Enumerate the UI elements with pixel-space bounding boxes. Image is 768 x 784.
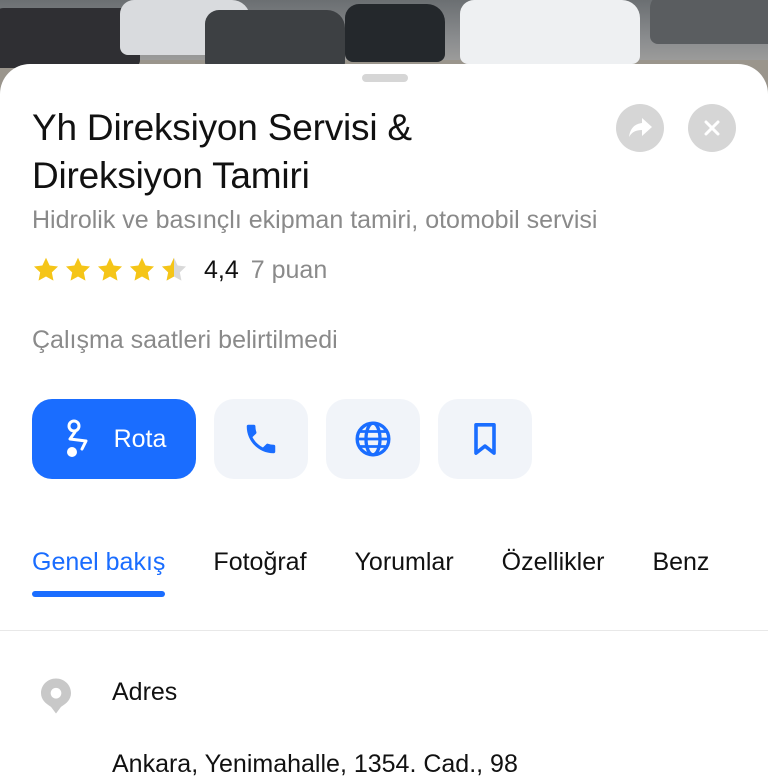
route-icon — [66, 419, 88, 457]
photo-car — [0, 8, 140, 68]
bookmark-button[interactable] — [438, 399, 532, 479]
action-buttons: Rota — [32, 399, 532, 479]
star-icon — [129, 257, 155, 281]
photo-car — [650, 0, 768, 44]
place-title: Yh Direksiyon Servisi & Direksiyon Tamir… — [32, 104, 592, 200]
tab-similar[interactable]: Benz — [652, 548, 709, 597]
place-title-line1: Yh Direksiyon Servisi & — [32, 107, 412, 148]
close-icon — [704, 120, 720, 136]
working-hours: Çalışma saatleri belirtilmedi — [32, 326, 338, 354]
tab-features[interactable]: Özellikler — [502, 548, 605, 597]
address-value[interactable]: Ankara, Yenimahalle, 1354. Cad., 98 — [112, 750, 518, 779]
place-title-line2: Direksiyon Tamiri — [32, 155, 310, 196]
bookmark-icon — [474, 423, 496, 455]
call-button[interactable] — [214, 399, 308, 479]
address-label: Adres — [112, 678, 178, 706]
phone-icon — [246, 424, 276, 454]
half-star-icon — [161, 257, 187, 281]
star-icon — [97, 257, 123, 281]
tab-overview[interactable]: Genel bakış — [32, 548, 166, 597]
tab-reviews[interactable]: Yorumlar — [355, 548, 454, 597]
star-icon — [65, 257, 91, 281]
route-button[interactable]: Rota — [32, 399, 196, 479]
section-tabs: Genel bakış Fotoğraf Yorumlar Özellikler… — [32, 548, 709, 597]
place-card-sheet: Yh Direksiyon Servisi & Direksiyon Tamir… — [0, 64, 768, 784]
photo-car — [460, 0, 640, 64]
share-button[interactable] — [616, 104, 664, 152]
location-pin-icon — [41, 678, 71, 714]
star-icon — [33, 257, 59, 281]
tab-photos[interactable]: Fotoğraf — [213, 548, 306, 597]
drag-handle[interactable] — [362, 74, 408, 82]
rating-value: 4,4 — [204, 255, 239, 284]
website-button[interactable] — [326, 399, 420, 479]
route-button-label: Rota — [113, 424, 167, 453]
rating-row[interactable]: 4,4 7 puan — [32, 250, 327, 290]
close-button[interactable] — [688, 104, 736, 152]
photo-car — [205, 10, 345, 70]
globe-icon — [355, 421, 391, 457]
tabs-divider — [0, 630, 768, 631]
photo-car — [345, 4, 445, 62]
share-icon — [629, 118, 652, 137]
rating-stars — [32, 256, 188, 284]
place-category: Hidrolik ve basınçlı ekipman tamiri, oto… — [32, 206, 598, 234]
rating-count: 7 puan — [250, 255, 328, 284]
